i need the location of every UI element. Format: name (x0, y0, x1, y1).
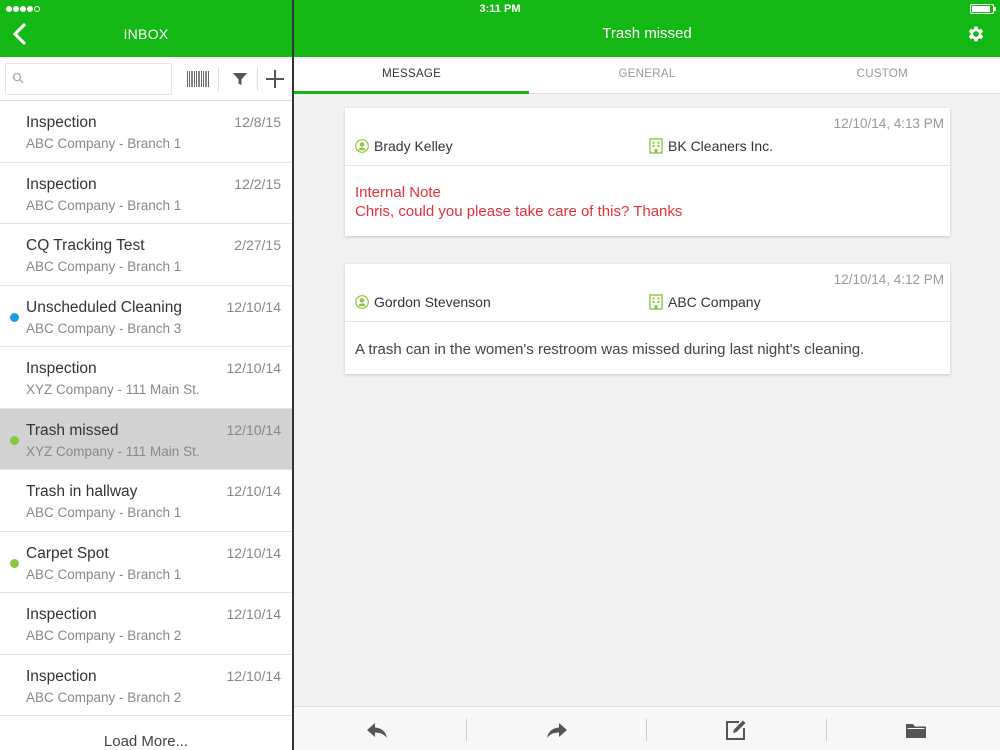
toolbar-divider (257, 67, 258, 91)
battery-icon (970, 4, 996, 14)
company-name: BK Cleaners Inc. (668, 138, 774, 154)
unread-dot (10, 312, 19, 322)
status-time: 3:11 PM (479, 3, 521, 15)
tab-bar: MESSAGE GENERAL CUSTOM (294, 57, 1000, 94)
item-subtitle: ABC Company - Branch 1 (26, 197, 182, 213)
item-title: Unscheduled Cleaning (26, 298, 182, 316)
list-item[interactable]: Inspection ABC Company - Branch 2 12/10/… (0, 655, 292, 716)
item-subtitle: XYZ Company - 111 Main St. (26, 443, 200, 459)
item-date: 12/2/15 (234, 175, 281, 192)
message-sender: Gordon Stevenson (355, 294, 491, 310)
inbox-title: INBOX (123, 26, 169, 42)
message-timestamp: 12/10/14, 4:13 PM (833, 116, 944, 131)
message-card: 12/10/14, 4:13 PM Brady Kelley BK Cleane… (345, 108, 950, 236)
list-item[interactable]: Carpet Spot ABC Company - Branch 1 12/10… (0, 532, 292, 593)
tab-message[interactable]: MESSAGE (294, 57, 530, 94)
list-item[interactable]: CQ Tracking Test ABC Company - Branch 1 … (0, 224, 292, 286)
tab-general[interactable]: GENERAL (529, 57, 764, 93)
filter-icon (233, 73, 247, 85)
folder-icon[interactable] (904, 719, 928, 741)
toolbar-divider (646, 719, 647, 741)
toolbar-divider (218, 67, 219, 91)
message-text: A trash can in the women's restroom was … (355, 341, 865, 358)
item-subtitle: ABC Company - Branch 2 (26, 689, 182, 705)
item-subtitle: XYZ Company - 111 Main St. (26, 382, 200, 397)
barcode-icon (187, 71, 209, 87)
message-card: 12/10/14, 4:12 PM Gordon Stevenson ABC C… (345, 264, 950, 374)
person-icon (355, 295, 369, 309)
item-date: 2/27/15 (234, 237, 281, 253)
list-item[interactable]: Trash missed XYZ Company - 111 Main St. … (0, 408, 292, 470)
list-item[interactable]: Trash in hallway ABC Company - Branch 1 … (0, 470, 292, 532)
item-title: Trash missed (26, 421, 119, 439)
list-item[interactable]: Inspection ABC Company - Branch 1 12/2/1… (0, 163, 292, 224)
item-date: 12/10/14 (226, 360, 282, 376)
message-timestamp: 12/10/14, 4:12 PM (833, 272, 944, 287)
person-icon (355, 139, 369, 153)
pane-divider (292, 0, 294, 750)
note-text: Chris, could you please take care of thi… (355, 203, 683, 220)
page-title: Trash missed (602, 25, 692, 42)
load-more-button[interactable]: Load More... (0, 733, 292, 750)
item-subtitle: ABC Company - Branch 1 (26, 566, 182, 582)
item-date: 12/10/14 (226, 298, 282, 315)
item-title: Trash in hallway (26, 483, 138, 500)
forward-icon[interactable] (545, 719, 569, 741)
unread-dot (10, 435, 19, 445)
item-date: 12/8/15 (234, 114, 281, 130)
item-title: Inspection (26, 114, 97, 131)
message-company: BK Cleaners Inc. (649, 138, 773, 154)
building-icon (649, 138, 663, 154)
unread-dot (10, 558, 19, 568)
item-title: Inspection (26, 667, 97, 685)
item-date: 12/10/14 (226, 421, 282, 438)
item-subtitle: ABC Company - Branch 1 (26, 505, 182, 520)
item-subtitle: ABC Company - Branch 2 (26, 628, 182, 643)
item-subtitle: ABC Company - Branch 3 (26, 320, 182, 336)
message-sender: Brady Kelley (355, 138, 453, 154)
list-item[interactable]: Unscheduled Cleaning ABC Company - Branc… (0, 286, 292, 347)
item-title: Inspection (26, 175, 97, 193)
search-input[interactable] (5, 63, 172, 95)
card-divider (345, 321, 950, 322)
search-bar (0, 57, 292, 101)
tab-custom[interactable]: CUSTOM (765, 57, 1000, 93)
building-icon (649, 294, 663, 310)
sender-name: Brady Kelley (374, 138, 453, 154)
list-item[interactable]: Inspection XYZ Company - 111 Main St. 12… (0, 347, 292, 409)
inbox-sidebar: Inspection ABC Company - Branch 1 12/8/1… (0, 57, 292, 750)
item-title: CQ Tracking Test (26, 237, 145, 254)
item-subtitle: ABC Company - Branch 1 (26, 136, 182, 151)
sender-name: Gordon Stevenson (374, 294, 491, 310)
add-icon (266, 70, 284, 88)
item-date: 12/10/14 (226, 667, 282, 684)
reply-icon[interactable] (365, 719, 389, 741)
list-item[interactable]: Inspection ABC Company - Branch 2 12/10/… (0, 593, 292, 655)
card-divider (345, 165, 950, 166)
bottom-toolbar (294, 706, 1000, 750)
item-title: Inspection (26, 606, 97, 623)
item-title: Inspection (26, 360, 97, 377)
top-bar: 3:11 PM INBOX Trash missed (0, 0, 1000, 57)
company-name: ABC Company (668, 294, 761, 310)
toolbar-divider (466, 719, 467, 741)
message-company: ABC Company (649, 294, 761, 310)
filter-button[interactable] (227, 67, 253, 91)
item-subtitle: ABC Company - Branch 1 (26, 259, 182, 274)
toolbar-divider (826, 719, 827, 741)
edit-icon[interactable] (724, 719, 748, 741)
item-date: 12/10/14 (226, 483, 282, 499)
list-item[interactable]: Inspection ABC Company - Branch 1 12/8/1… (0, 101, 292, 163)
note-title: Internal Note (355, 184, 441, 201)
search-icon (12, 72, 24, 84)
item-title: Carpet Spot (26, 544, 109, 562)
item-date: 12/10/14 (226, 544, 282, 561)
gear-icon[interactable] (966, 24, 986, 44)
item-date: 12/10/14 (226, 606, 282, 622)
add-button[interactable] (262, 67, 288, 91)
barcode-button[interactable] (185, 67, 211, 91)
inbox-list: Inspection ABC Company - Branch 1 12/8/1… (0, 101, 292, 716)
